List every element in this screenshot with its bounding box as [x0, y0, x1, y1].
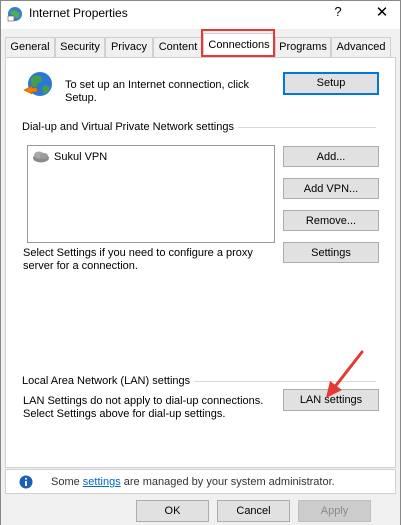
tab-content[interactable]: Content — [153, 37, 203, 57]
add-button[interactable]: Add... — [283, 146, 379, 167]
admin-info-text: Some settings are managed by your system… — [51, 476, 335, 488]
admin-info-bar: Some settings are managed by your system… — [5, 469, 396, 494]
title-bar: Internet Properties ? ✕ — [1, 1, 400, 29]
proxy-description: Select Settings if you need to configure… — [23, 247, 253, 272]
remove-button[interactable]: Remove... — [283, 210, 379, 231]
ok-button[interactable]: OK — [136, 500, 209, 522]
lan-section-label: Local Area Network (LAN) settings — [22, 375, 195, 387]
cancel-button[interactable]: Cancel — [217, 500, 290, 522]
close-button[interactable]: ✕ — [373, 3, 391, 21]
setup-description: To set up an Internet connection, click … — [65, 79, 250, 104]
internet-options-icon — [7, 7, 22, 22]
connections-panel: To set up an Internet connection, click … — [5, 57, 396, 468]
help-button[interactable]: ? — [331, 4, 345, 19]
tab-privacy[interactable]: Privacy — [105, 37, 153, 57]
setup-button[interactable]: Setup — [283, 72, 379, 95]
lan-description: LAN Settings do not apply to dial-up con… — [23, 395, 264, 420]
settings-button[interactable]: Settings — [283, 242, 379, 263]
add-vpn-button[interactable]: Add VPN... — [283, 178, 379, 199]
info-icon — [19, 475, 33, 489]
globe-network-icon — [23, 72, 52, 96]
apply-button[interactable]: Apply — [298, 500, 371, 522]
tab-strip: General Security Privacy Content Connect… — [5, 33, 397, 57]
tab-general[interactable]: General — [5, 37, 55, 57]
connection-list[interactable]: Sukul VPN — [27, 145, 275, 243]
tab-connections[interactable]: Connections — [203, 33, 275, 57]
settings-link[interactable]: settings — [83, 476, 121, 488]
vpn-section-label: Dial-up and Virtual Private Network sett… — [22, 121, 238, 133]
tab-advanced[interactable]: Advanced — [331, 37, 391, 57]
info-suffix: are managed by your system administrator… — [120, 476, 335, 488]
window-title: Internet Properties — [29, 6, 128, 20]
dialog-footer: OK Cancel Apply — [1, 496, 400, 525]
tab-programs[interactable]: Programs — [275, 37, 331, 57]
internet-properties-dialog: Internet Properties ? ✕ General Security… — [0, 0, 401, 525]
vpn-connection-icon — [33, 151, 49, 163]
vpn-connection-name: Sukul VPN — [54, 151, 108, 163]
lan-settings-button[interactable]: LAN settings — [283, 389, 379, 411]
info-prefix: Some — [51, 476, 83, 488]
tab-security[interactable]: Security — [55, 37, 105, 57]
